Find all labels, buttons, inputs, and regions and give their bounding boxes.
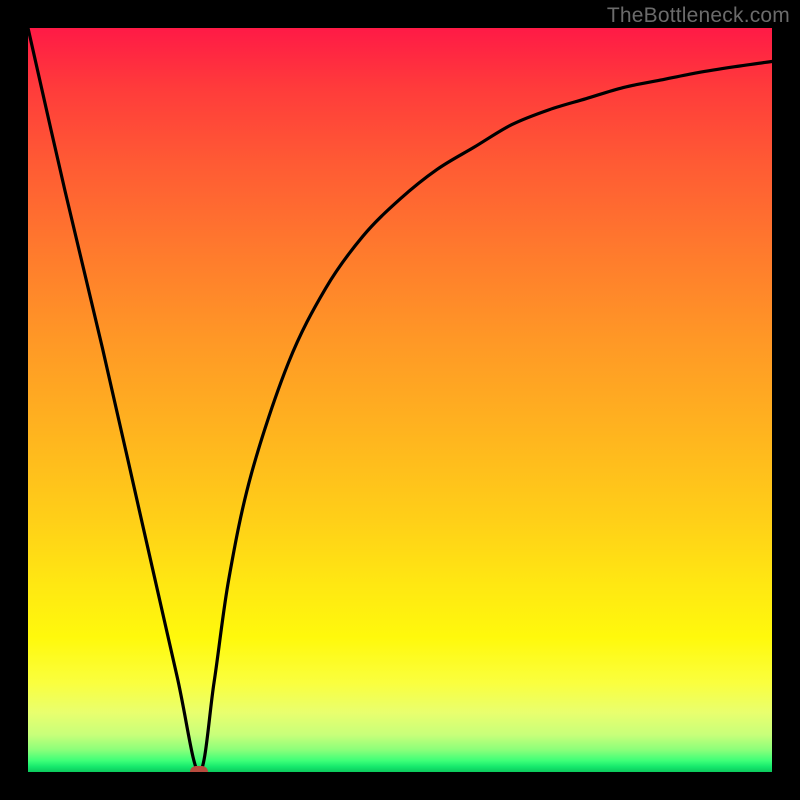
plot-area — [28, 28, 772, 772]
curve-layer — [28, 28, 772, 772]
minimum-marker-icon — [190, 766, 208, 772]
bottleneck-curve — [28, 28, 772, 772]
chart-frame: TheBottleneck.com — [0, 0, 800, 800]
watermark-text: TheBottleneck.com — [607, 4, 790, 28]
